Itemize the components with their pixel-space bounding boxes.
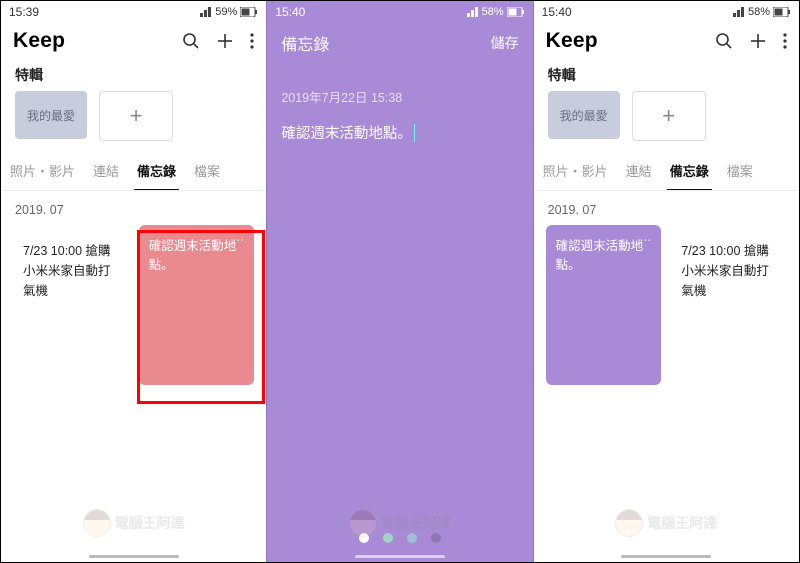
text-note-card[interactable]: 7/23 10:00 搶購小米米家自動打氣機: [671, 225, 787, 385]
memo-card[interactable]: ⋯ 確認週末活動地點。: [546, 225, 662, 385]
status-right: 58%: [733, 6, 791, 18]
home-indicator[interactable]: [621, 555, 711, 558]
tab-files[interactable]: 檔案: [185, 161, 229, 190]
search-icon[interactable]: [715, 32, 733, 50]
color-page-dots[interactable]: [267, 533, 532, 543]
screenshot-collage: 15:39 59% Keep 特輯 我的最愛 + 照片・影片 連結 備忘錄 檔: [0, 0, 800, 563]
status-bar: 15:39 59%: [1, 1, 266, 23]
tab-links[interactable]: 連結: [84, 161, 128, 190]
tabs: 照片・影片 連結 備忘錄 檔案: [534, 147, 799, 191]
tab-memos[interactable]: 備忘錄: [128, 161, 185, 190]
editor-header: 備忘錄 儲存: [267, 23, 532, 63]
text-note-content: 7/23 10:00 搶購小米米家自動打氣機: [23, 244, 111, 298]
memo-card-content: 確認週末活動地點。: [149, 239, 237, 272]
status-battery: 58%: [748, 6, 770, 18]
text-caret: [414, 124, 415, 142]
save-button[interactable]: 儲存: [491, 33, 519, 53]
chip-add[interactable]: +: [632, 91, 706, 141]
date-separator: 2019. 07: [1, 191, 266, 225]
status-right: 59%: [200, 6, 258, 18]
more-icon[interactable]: [250, 32, 254, 50]
status-battery: 59%: [215, 6, 237, 18]
phone-1: 15:39 59% Keep 特輯 我的最愛 + 照片・影片 連結 備忘錄 檔: [1, 1, 266, 563]
memo-card[interactable]: ⋯ 確認週末活動地點。: [139, 225, 255, 385]
page-dot-2[interactable]: [383, 533, 393, 543]
status-time: 15:40: [275, 5, 305, 19]
collection-chips: 我的最愛 +: [1, 91, 266, 147]
status-time: 15:40: [542, 5, 572, 19]
editor-timestamp: 2019年7月22日 15:38: [267, 63, 532, 116]
chip-add[interactable]: +: [99, 91, 173, 141]
search-icon[interactable]: [182, 32, 200, 50]
section-label: 特輯: [1, 57, 266, 91]
app-header: Keep: [1, 23, 266, 57]
add-icon[interactable]: [216, 32, 234, 50]
section-label: 特輯: [534, 57, 799, 91]
add-icon[interactable]: [749, 32, 767, 50]
editor-body[interactable]: 確認週末活動地點。: [267, 116, 532, 149]
tab-photos[interactable]: 照片・影片: [1, 161, 84, 190]
watermark: 電腦王阿達: [534, 509, 799, 537]
tab-memos[interactable]: 備忘錄: [661, 161, 718, 190]
chip-favorites[interactable]: 我的最愛: [548, 91, 620, 139]
status-bar: 15:40 58%: [267, 1, 532, 23]
phone-3: 15:40 58% Keep 特輯 我的最愛 + 照片・影片 連結 備忘錄 檔: [534, 1, 799, 563]
status-time: 15:39: [9, 5, 39, 19]
page-dot-3[interactable]: [407, 533, 417, 543]
memo-grid: 7/23 10:00 搶購小米米家自動打氣機 ⋯ 確認週末活動地點。: [1, 225, 266, 385]
memo-more-icon[interactable]: ⋯: [639, 231, 653, 249]
status-bar: 15:40 58%: [534, 1, 799, 23]
more-icon[interactable]: [783, 32, 787, 50]
phone-2: 15:40 58% 備忘錄 儲存 2019年7月22日 15:38 確認週末活動…: [266, 1, 533, 563]
tab-files[interactable]: 檔案: [718, 161, 762, 190]
memo-grid: ⋯ 確認週末活動地點。 7/23 10:00 搶購小米米家自動打氣機: [534, 225, 799, 385]
memo-card-content: 確認週末活動地點。: [556, 239, 644, 272]
tabs: 照片・影片 連結 備忘錄 檔案: [1, 147, 266, 191]
watermark: 電腦王阿達: [1, 509, 266, 537]
app-title: Keep: [13, 29, 65, 53]
app-title: Keep: [546, 29, 598, 53]
home-indicator[interactable]: [89, 555, 179, 558]
text-note-content: 7/23 10:00 搶購小米米家自動打氣機: [681, 244, 769, 298]
chip-favorites[interactable]: 我的最愛: [15, 91, 87, 139]
page-dot-4[interactable]: [431, 533, 441, 543]
tab-links[interactable]: 連結: [617, 161, 661, 190]
tab-photos[interactable]: 照片・影片: [534, 161, 617, 190]
memo-more-icon[interactable]: ⋯: [232, 231, 246, 249]
app-header: Keep: [534, 23, 799, 57]
text-note-card[interactable]: 7/23 10:00 搶購小米米家自動打氣機: [13, 225, 129, 385]
home-indicator[interactable]: [355, 555, 445, 558]
editor-title: 備忘錄: [281, 31, 329, 55]
editor-text: 確認週末活動地點。: [281, 122, 412, 143]
collection-chips: 我的最愛 +: [534, 91, 799, 147]
page-dot-1[interactable]: [359, 533, 369, 543]
status-battery: 58%: [482, 6, 504, 18]
date-separator: 2019. 07: [534, 191, 799, 225]
status-right: 58%: [467, 6, 525, 18]
